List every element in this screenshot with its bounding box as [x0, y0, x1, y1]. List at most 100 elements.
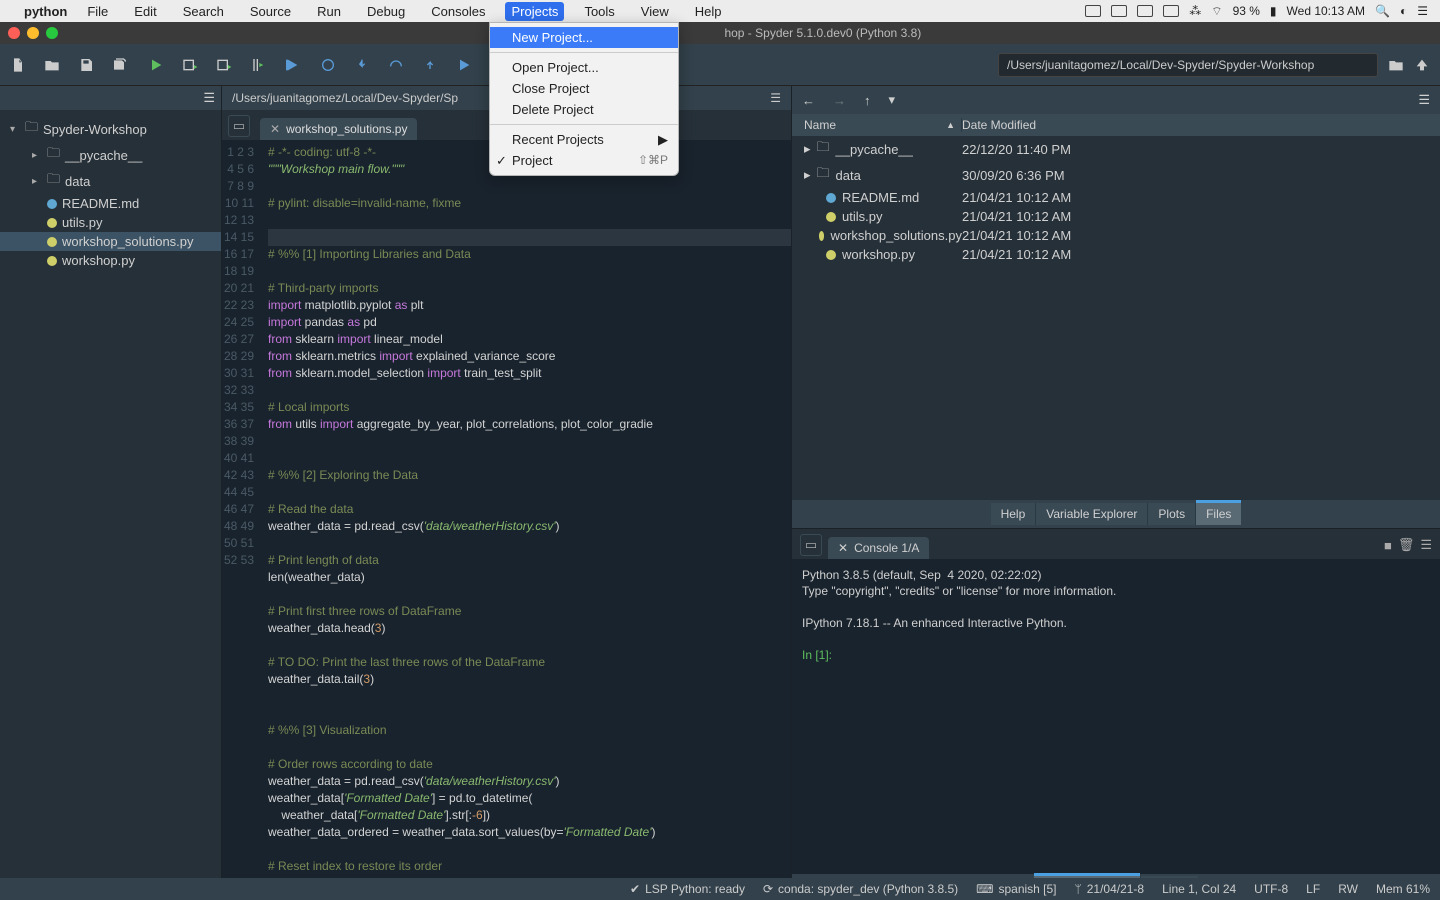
- run-selection-icon[interactable]: [250, 57, 266, 73]
- hamburger-icon[interactable]: ☰: [1418, 92, 1430, 108]
- battery-icon[interactable]: ▮: [1270, 4, 1277, 18]
- dd-recent-projects[interactable]: Recent Projects▶: [490, 129, 678, 150]
- app-name[interactable]: python: [24, 4, 67, 19]
- column-date[interactable]: Date Modified: [962, 118, 1440, 132]
- run-cell-advance-icon[interactable]: [216, 57, 232, 73]
- screen-icon[interactable]: [1111, 5, 1127, 17]
- forward-icon[interactable]: →: [833, 93, 846, 108]
- file-row[interactable]: ▸🗀__pycache__22/12/20 11:40 PM: [792, 136, 1440, 162]
- display-icon[interactable]: [1137, 5, 1153, 17]
- status-lsp[interactable]: ✔ LSP Python: ready: [630, 882, 745, 896]
- tree-folder[interactable]: ▸🗀data: [0, 168, 221, 194]
- hamburger-icon[interactable]: ☰: [1420, 537, 1432, 553]
- file-row[interactable]: ▸🗀data30/09/20 6:36 PM: [792, 162, 1440, 188]
- dd-new-project[interactable]: New Project...: [490, 27, 678, 48]
- debug-icon[interactable]: [284, 57, 300, 73]
- tab-label: workshop_solutions.py: [286, 122, 407, 136]
- dd-project-toggle[interactable]: ✓Project⇧⌘P: [490, 150, 678, 171]
- wifi-icon[interactable]: ⌔: [1211, 4, 1222, 19]
- file-row[interactable]: README.md21/04/21 10:12 AM: [792, 188, 1440, 207]
- status-conda[interactable]: ⟳ conda: spyder_dev (Python 3.8.5): [763, 882, 958, 896]
- tree-file[interactable]: workshop.py: [0, 251, 221, 270]
- dd-close-project[interactable]: Close Project: [490, 78, 678, 99]
- traffic-lights: [8, 27, 58, 39]
- status-git-branch[interactable]: ᛘ 21/04/21-8: [1075, 882, 1145, 896]
- tree-file[interactable]: workshop_solutions.py: [0, 232, 221, 251]
- check-icon: ✓: [496, 153, 507, 169]
- working-dir-input[interactable]: [998, 53, 1378, 77]
- new-file-icon[interactable]: [10, 57, 26, 73]
- console-pane: ▭ ✕Console 1/A ■ 🗑 ☰ Python 3.8.5 (defau…: [792, 529, 1440, 900]
- file-row[interactable]: utils.py21/04/21 10:12 AM: [792, 207, 1440, 226]
- new-console-button[interactable]: ▭: [800, 534, 822, 556]
- status-rw: RW: [1338, 882, 1358, 896]
- project-explorer-pane: ☰ ▾🗀Spyder-Workshop ▸🗀__pycache__ ▸🗀data…: [0, 86, 222, 900]
- tab-plots[interactable]: Plots: [1148, 503, 1196, 525]
- menu-tools[interactable]: Tools: [578, 2, 620, 21]
- tab-help[interactable]: Help: [991, 503, 1037, 525]
- dd-delete-project[interactable]: Delete Project: [490, 99, 678, 120]
- status-keyboard[interactable]: ⌨ spanish [5]: [976, 882, 1056, 896]
- menu-source[interactable]: Source: [244, 2, 297, 21]
- hamburger-icon[interactable]: ☰: [770, 91, 781, 105]
- browse-folder-icon[interactable]: [1388, 57, 1404, 73]
- status-bar: ✔ LSP Python: ready ⟳ conda: spyder_dev …: [0, 878, 1440, 900]
- debug-step-out-icon[interactable]: [422, 57, 438, 73]
- menu-projects[interactable]: Projects: [505, 2, 564, 21]
- menu-file[interactable]: File: [81, 2, 114, 21]
- menu-view[interactable]: View: [635, 2, 675, 21]
- menu-consoles[interactable]: Consoles: [425, 2, 491, 21]
- up-icon[interactable]: ↑: [864, 93, 871, 108]
- close-window-button[interactable]: [8, 27, 20, 39]
- open-folder-icon[interactable]: [44, 57, 60, 73]
- folder-icon: 🗀: [817, 138, 830, 160]
- editor-tab[interactable]: ✕ workshop_solutions.py: [260, 118, 417, 140]
- ipython-console[interactable]: Python 3.8.5 (default, Sep 4 2020, 02:22…: [792, 559, 1440, 874]
- code-editor[interactable]: 1 2 3 4 5 6 7 8 9 10 11 12 13 14 15 16 1…: [222, 140, 791, 888]
- stop-kernel-icon[interactable]: ■: [1384, 538, 1392, 553]
- files-pane: ← → ↑ ▾ ☰ Name▲ Date Modified ▸🗀__pycach…: [792, 86, 1440, 529]
- run-icon[interactable]: [148, 57, 164, 73]
- debug-continue-icon[interactable]: [456, 57, 472, 73]
- file-row[interactable]: workshop.py21/04/21 10:12 AM: [792, 245, 1440, 264]
- menu-edit[interactable]: Edit: [128, 2, 162, 21]
- file-row[interactable]: workshop_solutions.py21/04/21 10:12 AM: [792, 226, 1440, 245]
- column-name[interactable]: Name: [792, 118, 946, 132]
- console-tab[interactable]: ✕Console 1/A: [828, 537, 929, 559]
- parent-dir-icon[interactable]: [1414, 57, 1430, 73]
- dd-sep: [490, 52, 678, 53]
- menu-help[interactable]: Help: [689, 2, 728, 21]
- save-icon[interactable]: [78, 57, 94, 73]
- bluetooth-icon[interactable]: ⁂: [1189, 4, 1201, 18]
- close-icon[interactable]: ✕: [838, 541, 848, 555]
- siri-icon[interactable]: ◐: [1400, 4, 1407, 18]
- menu-run[interactable]: Run: [311, 2, 347, 21]
- dd-open-project[interactable]: Open Project...: [490, 57, 678, 78]
- debug-step-in-icon[interactable]: [354, 57, 370, 73]
- control-center-icon[interactable]: ☰: [1417, 4, 1428, 18]
- clear-console-icon[interactable]: 🗑: [1398, 537, 1415, 553]
- hamburger-icon[interactable]: ☰: [203, 90, 215, 106]
- debug-step-icon[interactable]: [320, 57, 336, 73]
- close-icon[interactable]: ✕: [270, 122, 280, 136]
- spotlight-icon[interactable]: 🔍: [1375, 4, 1390, 18]
- menu-debug[interactable]: Debug: [361, 2, 411, 21]
- zoom-icon[interactable]: [1085, 5, 1101, 17]
- tab-files[interactable]: Files: [1196, 503, 1241, 525]
- debug-step-over-icon[interactable]: [388, 57, 404, 73]
- run-cell-icon[interactable]: [182, 57, 198, 73]
- tree-root[interactable]: ▾🗀Spyder-Workshop: [0, 116, 221, 142]
- maximize-window-button[interactable]: [46, 27, 58, 39]
- new-tab-button[interactable]: ▭: [228, 115, 250, 137]
- back-icon[interactable]: ←: [802, 93, 815, 108]
- keyboard-icon[interactable]: [1163, 5, 1179, 17]
- tree-file[interactable]: utils.py: [0, 213, 221, 232]
- code-area[interactable]: # -*- coding: utf-8 -*- """Workshop main…: [262, 140, 791, 888]
- filter-icon[interactable]: ▾: [889, 92, 896, 108]
- tree-folder[interactable]: ▸🗀__pycache__: [0, 142, 221, 168]
- tree-file[interactable]: README.md: [0, 194, 221, 213]
- minimize-window-button[interactable]: [27, 27, 39, 39]
- save-all-icon[interactable]: [112, 57, 128, 73]
- tab-variable-explorer[interactable]: Variable Explorer: [1036, 503, 1148, 525]
- menu-search[interactable]: Search: [177, 2, 230, 21]
